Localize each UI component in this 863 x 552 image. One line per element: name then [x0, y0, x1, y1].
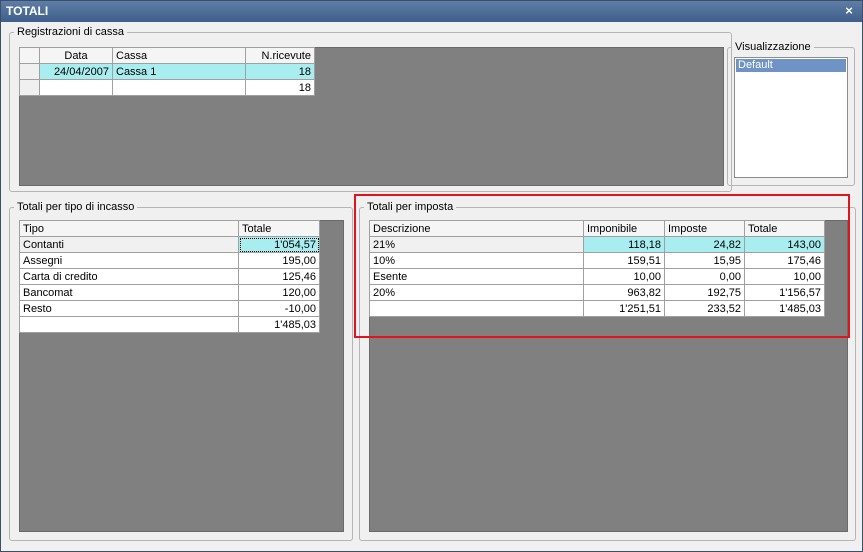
- empty-cell: [19, 316, 239, 333]
- header-tipo[interactable]: Tipo: [19, 220, 239, 237]
- cell-tipo[interactable]: Assegni: [19, 252, 239, 269]
- header-cassa[interactable]: Cassa: [112, 47, 246, 64]
- table-row[interactable]: Bancomat 120,00: [19, 284, 320, 301]
- table-row[interactable]: Contanti 1'054,57: [19, 236, 320, 253]
- cell-totale[interactable]: 175,46: [744, 252, 825, 269]
- cell-totale[interactable]: 143,00: [744, 236, 825, 253]
- row-header-cell: [19, 47, 40, 64]
- table-row[interactable]: Carta di credito 125,46: [19, 268, 320, 285]
- cell-totale[interactable]: -10,00: [238, 300, 320, 317]
- totali-window: TOTALI × Registrazioni di cassa Data Cas…: [0, 0, 863, 552]
- row-selector[interactable]: [19, 63, 40, 80]
- window-title: TOTALI: [6, 4, 49, 18]
- tipo-incasso-header-row: Tipo Totale: [19, 220, 320, 237]
- cell-data[interactable]: 24/04/2007: [39, 63, 113, 80]
- header-imposte[interactable]: Imposte: [664, 220, 745, 237]
- total-row: 1'485,03: [19, 316, 320, 333]
- cell-tipo[interactable]: Bancomat: [19, 284, 239, 301]
- table-row[interactable]: 24/04/2007 Cassa 1 18: [19, 63, 315, 80]
- visualizzazione-legend: Visualizzazione: [735, 41, 811, 53]
- cell-totale[interactable]: 1'054,57: [238, 236, 320, 253]
- total-totale: 1'485,03: [238, 316, 320, 333]
- cell-totale[interactable]: 1'156,57: [744, 284, 825, 301]
- cell-tipo[interactable]: Contanti: [19, 236, 239, 253]
- table-row[interactable]: Resto -10,00: [19, 300, 320, 317]
- cell-imposte[interactable]: 15,95: [664, 252, 745, 269]
- cell-imposte[interactable]: 192,75: [664, 284, 745, 301]
- header-ricevute[interactable]: N.ricevute: [245, 47, 315, 64]
- imposta-table: Descrizione Imponibile Imposte Totale 21…: [369, 220, 825, 317]
- empty-cell: [369, 300, 584, 317]
- cell-descrizione[interactable]: Esente: [369, 268, 584, 285]
- table-row[interactable]: 10% 159,51 15,95 175,46: [369, 252, 825, 269]
- visualizzazione-list[interactable]: Default: [734, 57, 848, 178]
- cell-descrizione[interactable]: 21%: [369, 236, 584, 253]
- cell-imposte[interactable]: 24,82: [664, 236, 745, 253]
- total-row: 1'251,51 233,52 1'485,03: [369, 300, 825, 317]
- cell-imponibile[interactable]: 159,51: [583, 252, 665, 269]
- cell-imponibile[interactable]: 118,18: [583, 236, 665, 253]
- cell-tipo[interactable]: Carta di credito: [19, 268, 239, 285]
- imposta-legend: Totali per imposta: [367, 201, 454, 213]
- total-imponibile: 1'251,51: [583, 300, 665, 317]
- cell-descrizione[interactable]: 20%: [369, 284, 584, 301]
- total-imposte: 233,52: [664, 300, 745, 317]
- total-totale: 1'485,03: [744, 300, 825, 317]
- empty-cell: [112, 79, 246, 96]
- list-item-default[interactable]: Default: [736, 59, 846, 72]
- cell-imponibile[interactable]: 963,82: [583, 284, 665, 301]
- header-imponibile[interactable]: Imponibile: [583, 220, 665, 237]
- registrazioni-legend: Registrazioni di cassa: [17, 26, 124, 38]
- header-descrizione[interactable]: Descrizione: [369, 220, 584, 237]
- total-ricevute: 18: [245, 79, 315, 96]
- cell-imposte[interactable]: 0,00: [664, 268, 745, 285]
- table-row[interactable]: Esente 10,00 0,00 10,00: [369, 268, 825, 285]
- cell-totale[interactable]: 125,46: [238, 268, 320, 285]
- cell-descrizione[interactable]: 10%: [369, 252, 584, 269]
- cell-imponibile[interactable]: 10,00: [583, 268, 665, 285]
- tipo-incasso-table: Tipo Totale Contanti 1'054,57 Assegni 19…: [19, 220, 320, 333]
- cell-totale[interactable]: 120,00: [238, 284, 320, 301]
- close-icon[interactable]: ×: [842, 3, 856, 19]
- cell-totale[interactable]: 195,00: [238, 252, 320, 269]
- header-totale[interactable]: Totale: [238, 220, 320, 237]
- cell-totale[interactable]: 10,00: [744, 268, 825, 285]
- imposta-header-row: Descrizione Imponibile Imposte Totale: [369, 220, 825, 237]
- registrazioni-header-row: Data Cassa N.ricevute: [19, 47, 315, 64]
- empty-cell: [39, 79, 113, 96]
- row-selector: [19, 79, 40, 96]
- tipo-incasso-legend: Totali per tipo di incasso: [17, 201, 135, 213]
- total-row: 18: [19, 79, 315, 96]
- registrazioni-table: Data Cassa N.ricevute 24/04/2007 Cassa 1…: [19, 47, 315, 96]
- cell-tipo[interactable]: Resto: [19, 300, 239, 317]
- table-row[interactable]: 20% 963,82 192,75 1'156,57: [369, 284, 825, 301]
- cell-cassa[interactable]: Cassa 1: [112, 63, 246, 80]
- table-row[interactable]: 21% 118,18 24,82 143,00: [369, 236, 825, 253]
- cell-ricevute[interactable]: 18: [245, 63, 315, 80]
- table-row[interactable]: Assegni 195,00: [19, 252, 320, 269]
- header-data[interactable]: Data: [39, 47, 113, 64]
- header-totale[interactable]: Totale: [744, 220, 825, 237]
- title-bar: TOTALI ×: [1, 1, 862, 22]
